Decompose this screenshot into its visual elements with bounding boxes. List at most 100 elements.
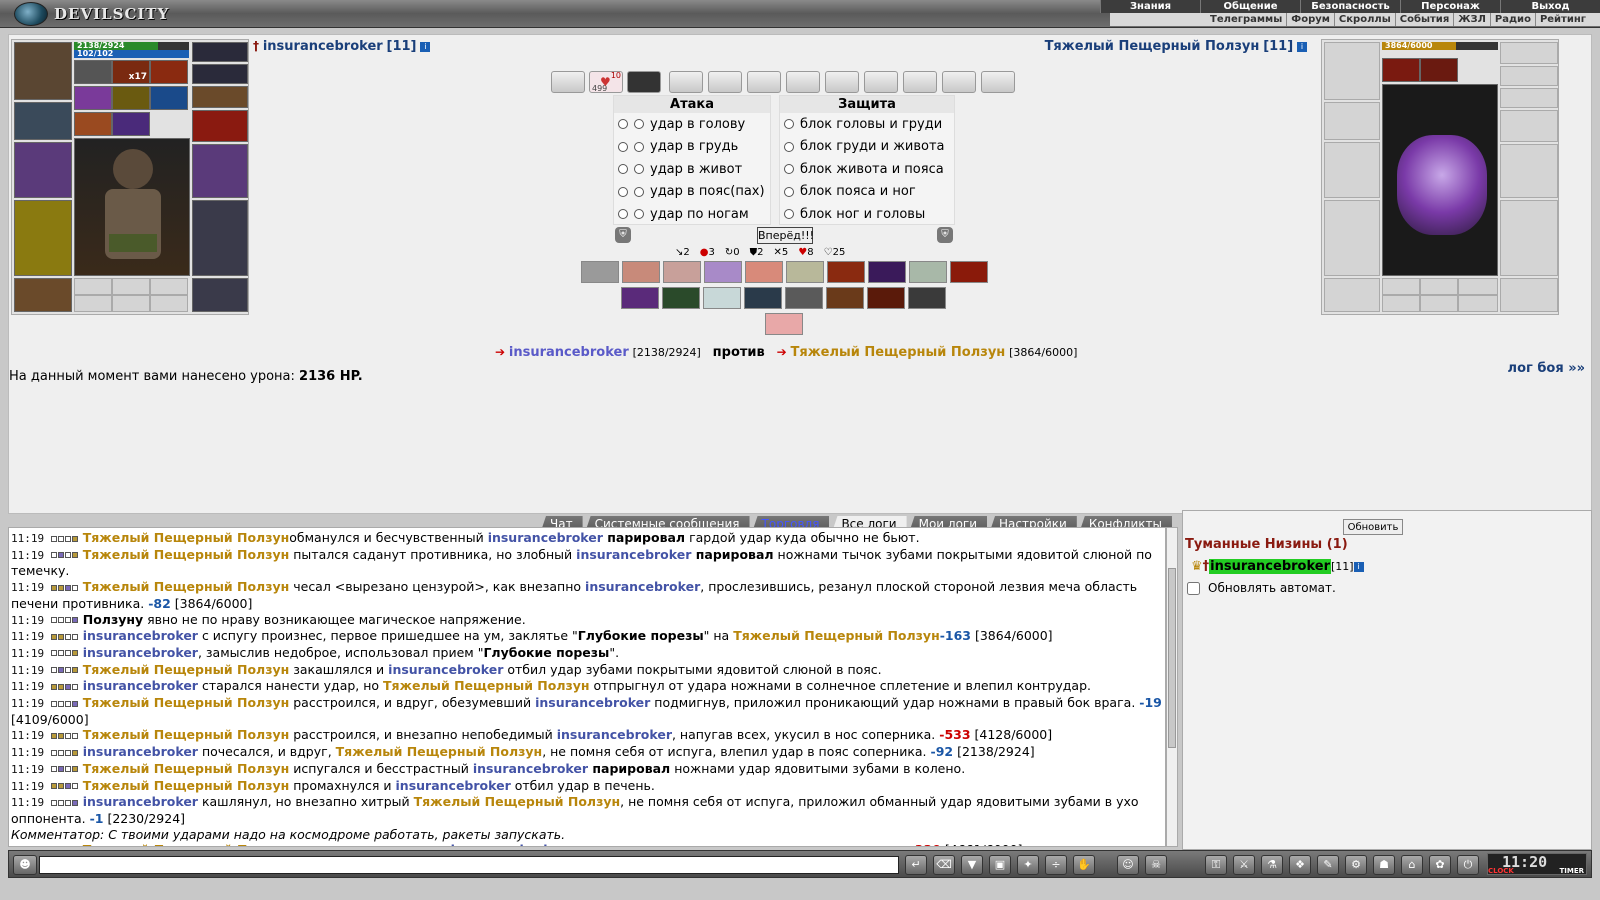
skill-13[interactable] bbox=[703, 287, 741, 309]
log-player-name[interactable]: insurancebroker bbox=[576, 547, 691, 562]
menu-communication[interactable]: Общение bbox=[1200, 0, 1300, 13]
log-player-name[interactable]: insurancebroker bbox=[83, 628, 198, 643]
log-player-name[interactable]: insurancebroker bbox=[83, 645, 198, 660]
log-monster-name[interactable]: Тяжелый Пещерный Ползун bbox=[83, 761, 290, 776]
log-monster-name[interactable]: Тяжелый Пещерный Ползун bbox=[83, 695, 290, 710]
menu-exit[interactable]: Выход bbox=[1500, 0, 1600, 13]
log-monster-name[interactable]: Тяжелый Пещерный Ползун bbox=[83, 842, 290, 846]
log-monster-name[interactable]: Тяжелый Пещерный Ползун bbox=[414, 794, 621, 809]
enemy-weapon-left-slot[interactable] bbox=[1324, 142, 1380, 198]
scroll-slot-8[interactable] bbox=[825, 71, 859, 93]
skill-10[interactable] bbox=[950, 261, 988, 283]
effect-slot-5[interactable] bbox=[112, 86, 150, 110]
filter-icon[interactable]: ▼ bbox=[961, 855, 983, 875]
effect-slot-7[interactable] bbox=[74, 112, 112, 136]
house-icon[interactable]: ⌂ bbox=[1401, 855, 1423, 875]
smiley-menu-icon[interactable]: ☻ bbox=[13, 855, 37, 875]
submenu-events[interactable]: События bbox=[1394, 13, 1453, 26]
effect-slot-1[interactable] bbox=[74, 60, 112, 84]
boots-slot[interactable] bbox=[192, 278, 248, 312]
defense-option[interactable]: блок груди и живота bbox=[780, 136, 954, 159]
enemy-shield-slot[interactable] bbox=[1500, 144, 1558, 198]
exit-icon[interactable]: ⏻ bbox=[1457, 855, 1479, 875]
attack-option[interactable]: удар в живот bbox=[614, 158, 770, 181]
skill-17[interactable] bbox=[867, 287, 905, 309]
scroll-slot-10[interactable] bbox=[903, 71, 937, 93]
weapon-right-slot[interactable] bbox=[192, 144, 248, 198]
enemy-weapon-top-slot[interactable] bbox=[1324, 102, 1380, 140]
versus-player-name[interactable]: insurancebroker bbox=[509, 345, 629, 360]
battle-log-link[interactable]: лог боя »» bbox=[1508, 361, 1585, 376]
skill-5[interactable] bbox=[745, 261, 783, 283]
walk-icon[interactable]: ✦ bbox=[1017, 855, 1039, 875]
enemy-empty-slot-4[interactable] bbox=[1382, 295, 1420, 312]
mask-icon[interactable]: ☗ bbox=[1373, 855, 1395, 875]
enemy-avatar[interactable] bbox=[1382, 84, 1498, 276]
skill-6[interactable] bbox=[786, 261, 824, 283]
effect-slot-6[interactable] bbox=[150, 86, 188, 110]
scroll-icon[interactable]: ✎ bbox=[1317, 855, 1339, 875]
weapon-slot-top[interactable] bbox=[14, 102, 72, 140]
scroll-slot-2[interactable]: 10 499 ♥ bbox=[589, 71, 623, 93]
enemy-armor-slot[interactable] bbox=[1324, 200, 1380, 276]
enemy-name[interactable]: Тяжелый Пещерный Ползун bbox=[1045, 39, 1260, 54]
legs-slot[interactable] bbox=[192, 200, 248, 276]
location-player-name[interactable]: insurancebroker bbox=[1209, 559, 1331, 574]
scroll-slot-7[interactable] bbox=[786, 71, 820, 93]
scroll-slot-11[interactable] bbox=[942, 71, 976, 93]
paw-icon[interactable]: ✿ bbox=[1429, 855, 1451, 875]
enemy-legs-slot[interactable] bbox=[1500, 200, 1558, 276]
shield-left-icon[interactable]: ⛨ bbox=[615, 227, 631, 243]
bag-icon[interactable]: ❖ bbox=[1289, 855, 1311, 875]
defense-option[interactable]: блок живота и пояса bbox=[780, 158, 954, 181]
skill-8[interactable] bbox=[868, 261, 906, 283]
skill-19[interactable] bbox=[765, 313, 803, 335]
log-monster-name[interactable]: Тяжелый Пещерный Ползун bbox=[83, 662, 290, 677]
log-player-name[interactable]: insurancebroker bbox=[83, 744, 198, 759]
log-player-name[interactable]: insurancebroker bbox=[83, 678, 198, 693]
log-monster-name[interactable]: Тяжелый Пещерный Ползун bbox=[336, 744, 543, 759]
enemy-ring-slot-1[interactable] bbox=[1500, 42, 1558, 64]
empty-slot-4[interactable] bbox=[74, 295, 112, 312]
enemy-empty-slot-6[interactable] bbox=[1458, 295, 1498, 312]
smile-icon[interactable]: ☺ bbox=[1117, 855, 1139, 875]
cloak-slot[interactable] bbox=[14, 200, 72, 276]
empty-slot-5[interactable] bbox=[112, 295, 150, 312]
menu-character[interactable]: Персонаж bbox=[1400, 0, 1500, 13]
scroll-slot-6[interactable] bbox=[747, 71, 781, 93]
skill-1[interactable] bbox=[581, 261, 619, 283]
log-monster-name[interactable]: Тяжелый Пещерный Ползун bbox=[83, 530, 290, 545]
ring-slot-3[interactable] bbox=[192, 86, 248, 108]
skill-9[interactable] bbox=[909, 261, 947, 283]
logo[interactable]: DEVILSCITY bbox=[14, 2, 169, 26]
skill-12[interactable] bbox=[662, 287, 700, 309]
send-icon[interactable]: ↵ bbox=[905, 855, 927, 875]
enemy-empty-slot-1[interactable] bbox=[1382, 278, 1420, 295]
log-monster-name[interactable]: Тяжелый Пещерный Ползун bbox=[83, 547, 290, 562]
enemy-empty-slot-5[interactable] bbox=[1420, 295, 1458, 312]
versus-enemy-name[interactable]: Тяжелый Пещерный Ползун bbox=[790, 345, 1005, 360]
divide-icon[interactable]: ÷ bbox=[1045, 855, 1067, 875]
save-icon[interactable]: ▣ bbox=[989, 855, 1011, 875]
empty-slot-6[interactable] bbox=[150, 295, 188, 312]
gloves-slot[interactable] bbox=[192, 110, 248, 142]
log-player-name[interactable]: insurancebroker bbox=[451, 842, 566, 846]
shield-right-icon[interactable]: ⛨ bbox=[937, 227, 953, 243]
eraser-icon[interactable]: ⌫ bbox=[933, 855, 955, 875]
skill-4[interactable] bbox=[704, 261, 742, 283]
effect-slot-8[interactable] bbox=[112, 112, 150, 136]
log-monster-name[interactable]: Тяжелый Пещерный Ползун bbox=[383, 678, 590, 693]
belt-slot[interactable] bbox=[14, 278, 72, 312]
submenu-zhzl[interactable]: ЖЗЛ bbox=[1453, 13, 1490, 26]
scroll-slot-5[interactable] bbox=[708, 71, 742, 93]
effect-slot-3[interactable] bbox=[150, 60, 188, 84]
effect-slot-4[interactable] bbox=[74, 86, 112, 110]
skill-18[interactable] bbox=[908, 287, 946, 309]
log-player-name[interactable]: insurancebroker bbox=[388, 662, 503, 677]
scroll-slot-3[interactable] bbox=[627, 71, 661, 93]
enemy-gloves-slot[interactable] bbox=[1500, 110, 1558, 142]
skill-11[interactable] bbox=[621, 287, 659, 309]
ghost-icon[interactable]: ☠ bbox=[1145, 855, 1167, 875]
skill-3[interactable] bbox=[663, 261, 701, 283]
log-player-name[interactable]: insurancebroker bbox=[557, 727, 672, 742]
